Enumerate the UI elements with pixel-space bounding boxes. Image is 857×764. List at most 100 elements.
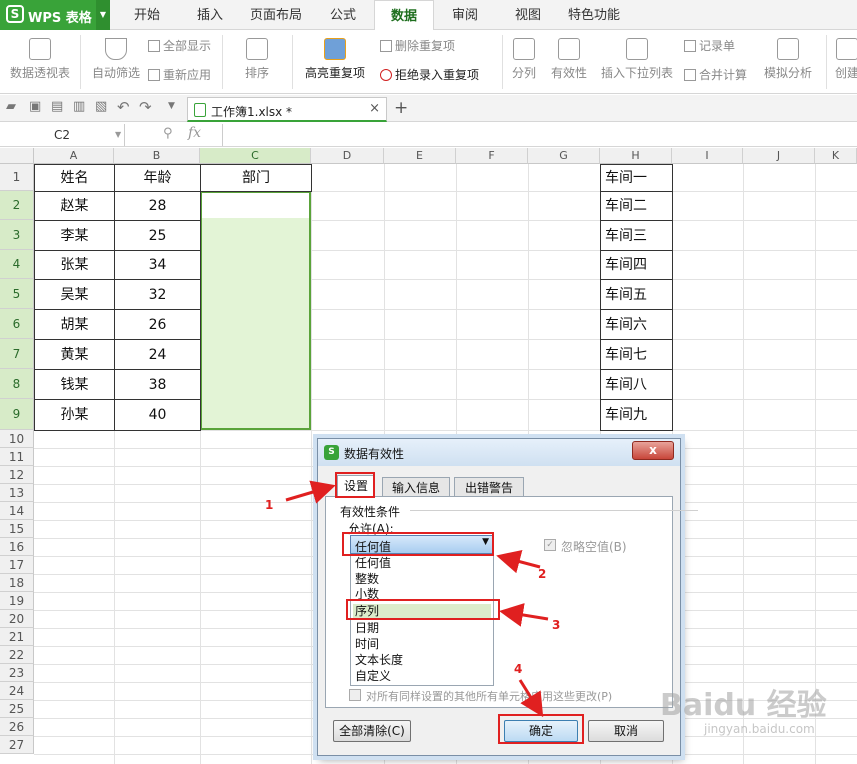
what-if-button[interactable]: 模拟分析 — [756, 32, 820, 81]
tab-review[interactable]: 审阅 — [436, 0, 494, 30]
row-header-12[interactable]: 12 — [0, 466, 34, 484]
format-painter-icon[interactable]: ▧ — [95, 99, 107, 114]
active-cell[interactable] — [202, 193, 309, 218]
row-header-27[interactable]: 27 — [0, 736, 34, 754]
app-menu-button[interactable]: S WPS 表格 ▼ — [0, 0, 110, 30]
row-header-11[interactable]: 11 — [0, 448, 34, 466]
row-header-9[interactable]: 9 — [0, 399, 34, 430]
file-tab[interactable]: 工作簿1.xlsx * × — [187, 97, 387, 122]
row-header-10[interactable]: 10 — [0, 430, 34, 448]
save-icon[interactable]: ▣ — [29, 99, 41, 114]
cell-age[interactable]: 40 — [114, 399, 201, 431]
column-header-J[interactable]: J — [743, 148, 815, 164]
cell-name[interactable]: 张某 — [34, 250, 115, 280]
tab-error-alert[interactable]: 出错警告 — [454, 477, 524, 497]
column-header-F[interactable]: F — [456, 148, 528, 164]
tab-home[interactable]: 开始 — [112, 0, 182, 30]
cell-workshop[interactable]: 车间六 — [600, 309, 673, 340]
consolidate-button[interactable]: 合并计算 — [684, 66, 747, 83]
insert-dropdown-button[interactable]: 插入下拉列表 — [598, 32, 676, 81]
column-header-D[interactable]: D — [311, 148, 384, 164]
autofilter-button[interactable]: 自动筛选 — [88, 32, 144, 81]
chevron-down-icon[interactable]: ▼ — [96, 0, 110, 30]
cell-workshop[interactable]: 车间一 — [600, 164, 673, 192]
row-header-15[interactable]: 15 — [0, 520, 34, 538]
row-header-26[interactable]: 26 — [0, 718, 34, 736]
tab-page-layout[interactable]: 页面布局 — [238, 0, 314, 30]
cell-workshop[interactable]: 车间五 — [600, 279, 673, 310]
row-header-20[interactable]: 20 — [0, 610, 34, 628]
function-icon[interactable]: fx — [188, 125, 201, 141]
row-header-22[interactable]: 22 — [0, 646, 34, 664]
row-header-17[interactable]: 17 — [0, 556, 34, 574]
row-header-14[interactable]: 14 — [0, 502, 34, 520]
reapply-button[interactable]: 重新应用 — [148, 66, 211, 83]
selection-range[interactable] — [200, 191, 311, 430]
option-custom[interactable]: 自定义 — [353, 669, 491, 684]
dialog-title-bar[interactable]: S 数据有效性 — [318, 439, 680, 466]
row-header-6[interactable]: 6 — [0, 309, 34, 339]
cell-workshop[interactable]: 车间七 — [600, 339, 673, 370]
split-button[interactable]: 分列 — [506, 32, 542, 81]
cell-age[interactable]: 26 — [114, 309, 201, 340]
tab-insert[interactable]: 插入 — [182, 0, 238, 30]
cell-age[interactable]: 24 — [114, 339, 201, 370]
tab-input-message[interactable]: 输入信息 — [382, 477, 450, 497]
row-header-16[interactable]: 16 — [0, 538, 34, 556]
row-header-3[interactable]: 3 — [0, 220, 34, 250]
option-date[interactable]: 日期 — [353, 621, 491, 636]
cell-header-1[interactable]: 年龄 — [114, 164, 201, 192]
name-box[interactable]: C2 — [0, 124, 125, 146]
reject-duplicates-button[interactable]: 拒绝录入重复项 — [380, 66, 479, 83]
row-header-2[interactable]: 2 — [0, 191, 34, 220]
cell-workshop[interactable]: 车间八 — [600, 369, 673, 400]
cell-name[interactable]: 李某 — [34, 220, 115, 251]
cell-name[interactable]: 胡某 — [34, 309, 115, 340]
row-header-23[interactable]: 23 — [0, 664, 34, 682]
row-header-8[interactable]: 8 — [0, 369, 34, 399]
cell-workshop[interactable]: 车间二 — [600, 191, 673, 221]
select-all-corner[interactable] — [0, 148, 34, 164]
row-header-4[interactable]: 4 — [0, 250, 34, 279]
row-header-5[interactable]: 5 — [0, 279, 34, 309]
validity-button[interactable]: 有效性 — [544, 32, 594, 81]
column-header-K[interactable]: K — [815, 148, 857, 164]
row-header-18[interactable]: 18 — [0, 574, 34, 592]
formula-input[interactable] — [222, 124, 857, 146]
column-header-H[interactable]: H — [600, 148, 672, 164]
sort-button[interactable]: 排序 — [230, 32, 284, 81]
row-header-21[interactable]: 21 — [0, 628, 34, 646]
undo-icon[interactable]: ↶ — [117, 98, 130, 116]
option-time[interactable]: 时间 — [353, 637, 491, 652]
tab-special[interactable]: 特色功能 — [560, 0, 628, 30]
tab-formulas[interactable]: 公式 — [314, 0, 372, 30]
cell-name[interactable]: 黄某 — [34, 339, 115, 370]
cell-workshop[interactable]: 车间四 — [600, 250, 673, 280]
tab-data[interactable]: 数据 — [374, 0, 434, 31]
cell-age[interactable]: 25 — [114, 220, 201, 251]
redo-icon[interactable]: ↷ — [139, 98, 152, 116]
pivot-table-button[interactable]: 数据透视表 — [6, 32, 74, 81]
cell-age[interactable]: 34 — [114, 250, 201, 280]
option-any[interactable]: 任何值 — [353, 556, 491, 571]
column-header-E[interactable]: E — [384, 148, 456, 164]
column-header-A[interactable]: A — [34, 148, 114, 164]
tab-view[interactable]: 视图 — [496, 0, 560, 30]
row-header-7[interactable]: 7 — [0, 339, 34, 369]
column-header-I[interactable]: I — [672, 148, 743, 164]
cancel-button[interactable]: 取消 — [588, 720, 664, 742]
remove-duplicates-button[interactable]: 删除重复项 — [380, 37, 455, 54]
cell-age[interactable]: 32 — [114, 279, 201, 310]
cell-name[interactable]: 钱某 — [34, 369, 115, 400]
row-header-1[interactable]: 1 — [0, 164, 34, 191]
chevron-down-icon[interactable]: ▼ — [168, 101, 175, 111]
cell-name[interactable]: 赵某 — [34, 191, 115, 221]
create-button[interactable]: 创建 — [832, 32, 857, 81]
cell-header-2[interactable]: 部门 — [200, 164, 312, 192]
cell-age[interactable]: 28 — [114, 191, 201, 221]
cell-name[interactable]: 孙某 — [34, 399, 115, 431]
row-header-13[interactable]: 13 — [0, 484, 34, 502]
clear-all-button[interactable]: 全部清除(C) — [333, 720, 411, 742]
cell-workshop[interactable]: 车间九 — [600, 399, 673, 431]
chevron-down-icon[interactable]: ▼ — [115, 124, 121, 146]
